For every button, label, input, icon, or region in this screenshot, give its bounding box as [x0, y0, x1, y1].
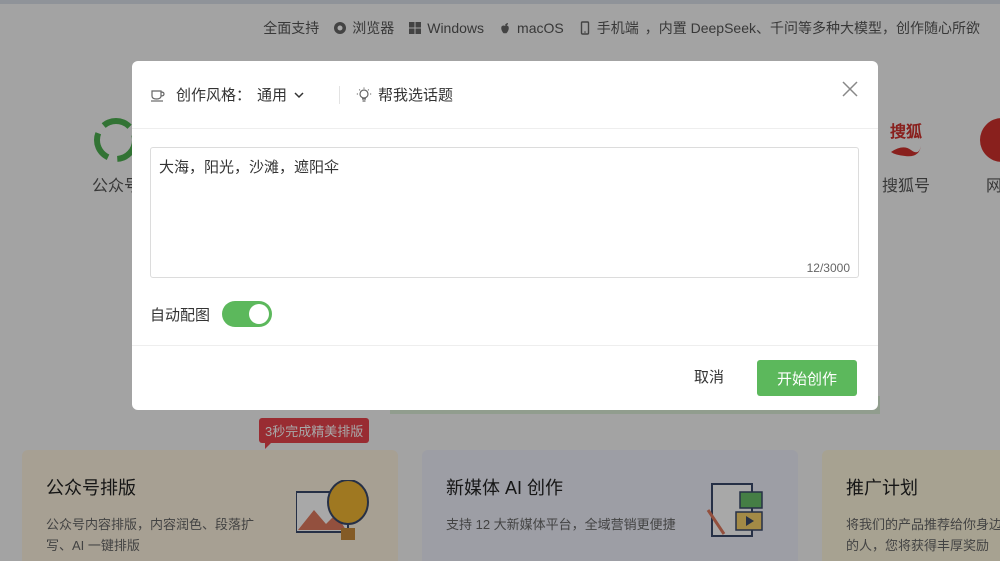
- header-divider: [339, 85, 341, 104]
- style-value: 通用: [257, 87, 288, 104]
- suggest-topic-label: 帮我选话题: [378, 87, 454, 104]
- start-create-button[interactable]: 开始创作: [757, 360, 857, 396]
- toggle-knob: [249, 304, 270, 324]
- style-selector[interactable]: 创作风格： 通用: [150, 84, 305, 105]
- dialog-header: 创作风格： 通用 帮我选话题: [132, 61, 878, 129]
- char-counter: 12/3000: [806, 261, 850, 275]
- cup-icon: [151, 89, 165, 102]
- style-label: 创作风格：: [176, 87, 252, 104]
- create-dialog: 创作风格： 通用 帮我选话题 大海，阳光，沙滩，遮阳伞 12/3000 自动配图…: [132, 61, 878, 410]
- chevron-down-icon: [294, 91, 304, 98]
- cancel-button[interactable]: 取消: [694, 366, 724, 387]
- auto-image-label: 自动配图: [150, 306, 211, 324]
- close-icon[interactable]: [840, 79, 860, 99]
- auto-image-row: 自动配图: [150, 301, 273, 327]
- topic-textarea[interactable]: 大海，阳光，沙滩，遮阳伞: [151, 148, 858, 277]
- topic-input-box: 大海，阳光，沙滩，遮阳伞 12/3000: [150, 147, 859, 278]
- suggest-topic-button[interactable]: 帮我选话题: [356, 84, 453, 105]
- auto-image-toggle[interactable]: [222, 301, 273, 327]
- lightbulb-icon: [356, 87, 372, 102]
- dialog-footer: 取消 开始创作: [132, 345, 878, 410]
